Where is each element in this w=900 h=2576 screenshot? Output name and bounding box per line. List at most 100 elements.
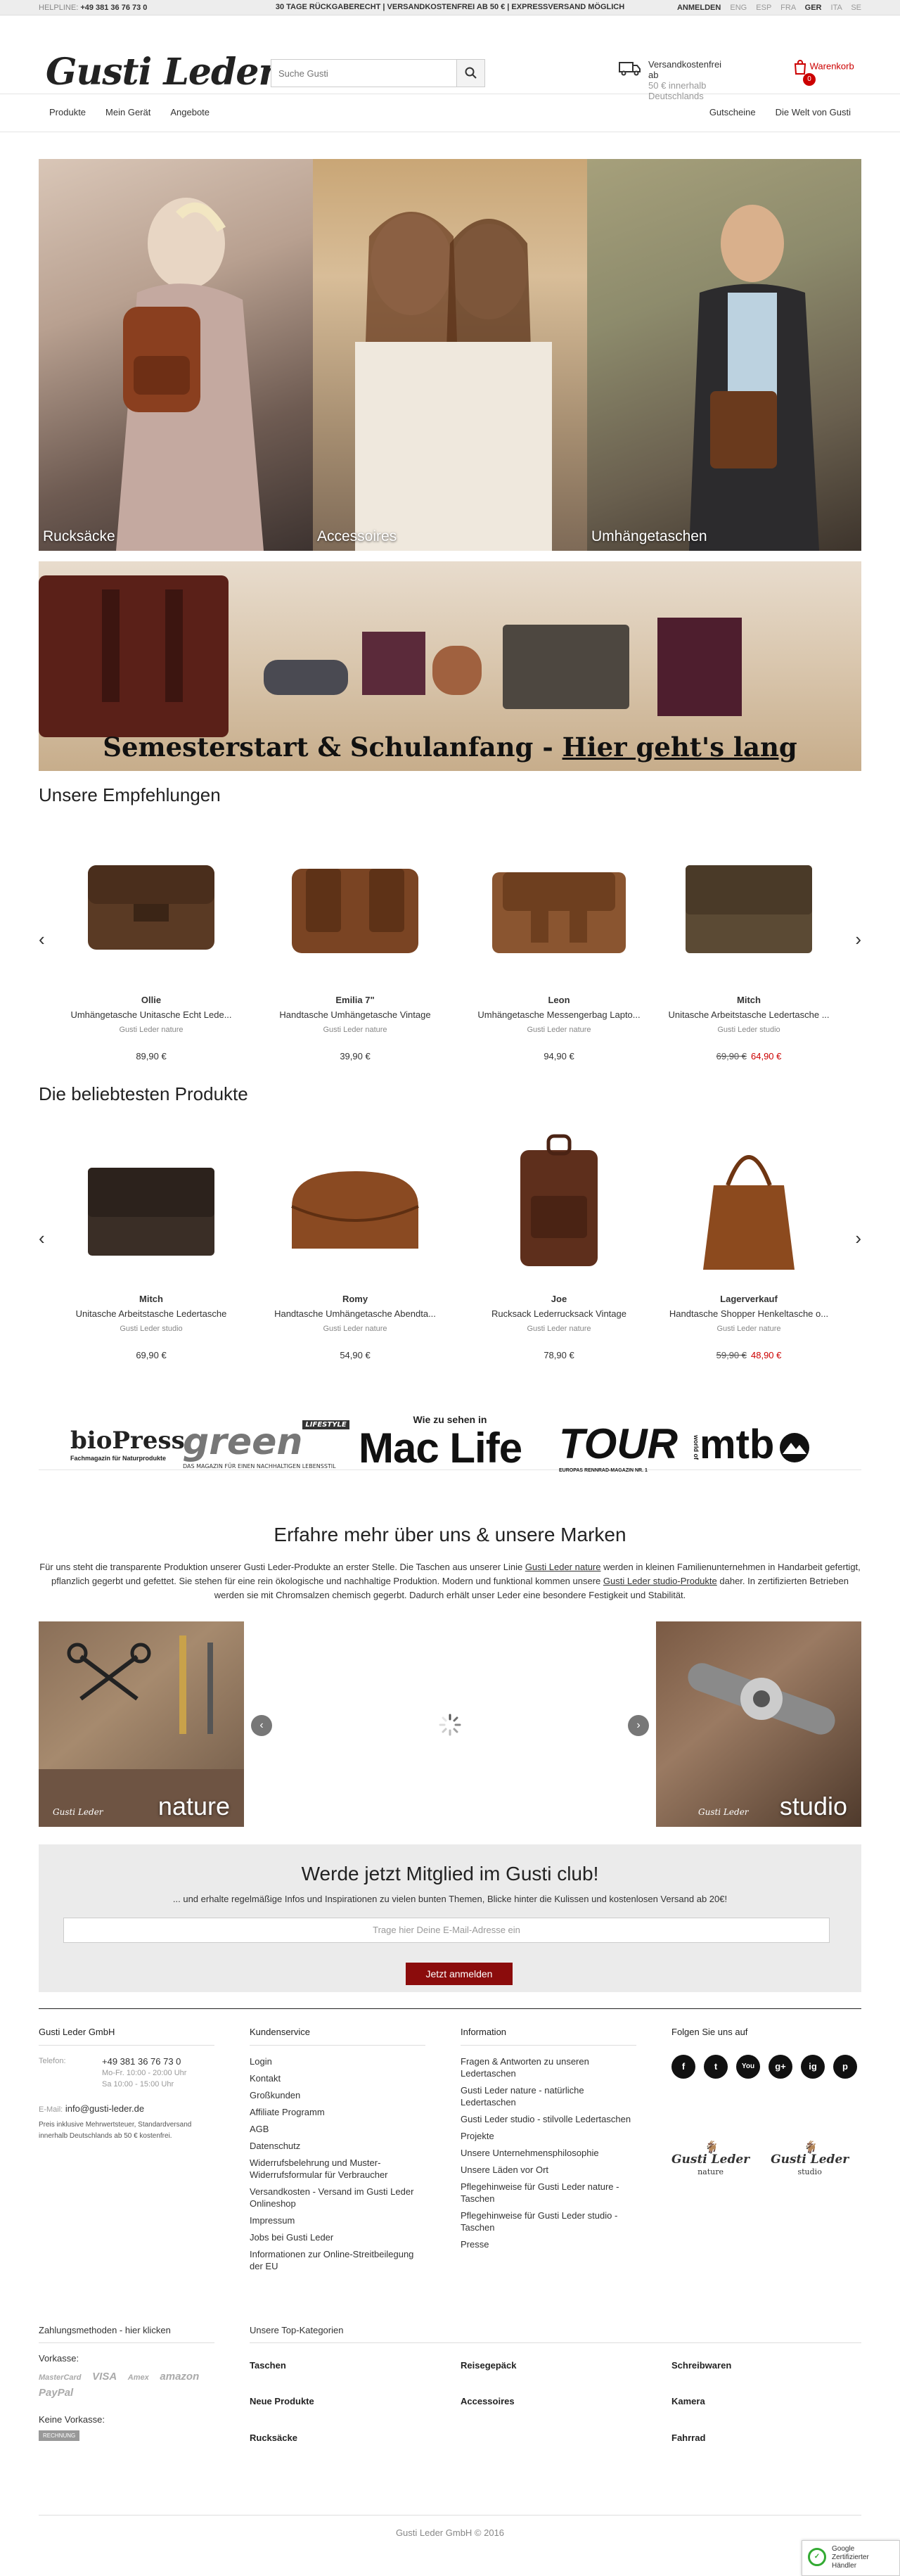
nav-angebote[interactable]: Angebote xyxy=(170,107,210,117)
product-image[interactable] xyxy=(468,823,650,985)
hero-rucksaecke[interactable]: Rucksäcke xyxy=(39,159,313,551)
product-card[interactable]: Leon Umhängetasche Messengerbag Lapto...… xyxy=(468,823,650,1061)
footer-contact: Gusti Leder GmbH Telefon: +49 381 36 76 7… xyxy=(39,2026,214,2142)
product-card[interactable]: Mitch Unitasche Arbeitstasche Ledertasch… xyxy=(60,1122,243,1360)
twitter-icon[interactable]: t xyxy=(704,2055,728,2079)
nav-gutscheine[interactable]: Gutscheine xyxy=(709,107,756,117)
footer-link[interactable]: Informationen zur Online-Streitbeilegung… xyxy=(250,2248,425,2272)
footer-link[interactable]: Kontakt xyxy=(250,2072,425,2084)
payment-title[interactable]: Zahlungsmethoden - hier klicken xyxy=(39,2325,214,2343)
nav-produkte[interactable]: Produkte xyxy=(49,107,86,117)
google-trusted-badge[interactable]: ✓ Google Zertifizierter Händler xyxy=(802,2540,900,2576)
search-input[interactable] xyxy=(271,60,456,87)
category-link[interactable]: Schreibwaren xyxy=(671,2360,731,2371)
footer-link[interactable]: Großkunden xyxy=(250,2089,425,2101)
footer-link[interactable]: Unsere Läden vor Ort xyxy=(461,2164,636,2176)
banner-link[interactable]: Hier geht's lang xyxy=(562,732,797,763)
product-card[interactable]: Romy Handtasche Umhängetasche Abendta...… xyxy=(264,1122,446,1360)
logo-maclife: Mac Life xyxy=(359,1424,522,1472)
hero-accessoires[interactable]: Accessoires xyxy=(313,159,587,551)
product-card[interactable]: Ollie Umhängetasche Unitasche Echt Lede.… xyxy=(60,823,243,1061)
newsletter-box: Werde jetzt Mitglied im Gusti club! ... … xyxy=(39,1844,861,1992)
gusti-studio-logo: Gusti Leder xyxy=(698,1807,749,1817)
instagram-icon[interactable]: ig xyxy=(801,2055,825,2079)
lang-eng[interactable]: ENG xyxy=(730,4,747,12)
footer-link[interactable]: Fragen & Antworten zu unseren Ledertasch… xyxy=(461,2055,636,2079)
footer-link[interactable]: Jobs bei Gusti Leder xyxy=(250,2231,425,2243)
footer-link[interactable]: AGB xyxy=(250,2123,425,2135)
logo-tour: TOUR EUROPAS RENNRAD-MAGAZIN NR. 1 xyxy=(559,1420,678,1473)
category-link[interactable]: Kamera xyxy=(671,2396,705,2406)
mountain-icon xyxy=(780,1432,810,1462)
category-link[interactable]: Accessoires xyxy=(461,2396,515,2406)
product-card[interactable]: Joe Rucksack Lederrucksack Vintage Gusti… xyxy=(468,1122,650,1360)
product-image[interactable] xyxy=(657,823,840,985)
product-card[interactable]: Emilia 7" Handtasche Umhängetasche Vinta… xyxy=(264,823,446,1061)
link-gusti-nature[interactable]: Gusti Leder nature xyxy=(525,1562,601,1572)
footer-link[interactable]: Gusti Leder studio - stilvolle Ledertasc… xyxy=(461,2113,636,2125)
search-button[interactable] xyxy=(456,60,484,87)
category-link[interactable]: Fahrrad xyxy=(671,2432,705,2443)
footer-link[interactable]: Affiliate Programm xyxy=(250,2106,425,2118)
link-gusti-studio[interactable]: Gusti Leder studio-Produkte xyxy=(603,1576,717,1586)
footer: Gusti Leder GmbH Telefon: +49 381 36 76 7… xyxy=(39,2008,861,2271)
footer-link[interactable]: Presse xyxy=(461,2238,636,2250)
product-image[interactable] xyxy=(264,1122,446,1284)
carousel-next-arrow[interactable]: › xyxy=(855,929,861,950)
product-image[interactable] xyxy=(264,823,446,985)
footer-link[interactable]: Widerrufsbelehrung und Muster-Widerrufsf… xyxy=(250,2157,425,2181)
footer-link[interactable]: Unsere Unternehmensphilosophie xyxy=(461,2147,636,2159)
carousel-prev-arrow[interactable]: ‹ xyxy=(39,1228,45,1249)
product-card[interactable]: Lagerverkauf Handtasche Shopper Henkelta… xyxy=(657,1122,840,1360)
youtube-icon[interactable]: You xyxy=(736,2055,760,2079)
cart-button[interactable]: Warenkorb 0 xyxy=(793,59,854,86)
product-image[interactable] xyxy=(657,1122,840,1284)
footer-link[interactable]: Gusti Leder nature - natürliche Ledertas… xyxy=(461,2084,636,2108)
footer-social: Folgen Sie uns auf f t You g+ ig p 🐐 Gust… xyxy=(671,2026,861,2178)
footer-link[interactable]: Datenschutz xyxy=(250,2140,425,2152)
footer-link[interactable]: Versandkosten - Versand im Gusti Leder O… xyxy=(250,2186,425,2210)
footer-link[interactable]: Pflegehinweise für Gusti Leder studio - … xyxy=(461,2210,636,2233)
newsletter-email-input[interactable]: Trage hier Deine E-Mail-Adresse ein xyxy=(63,1918,830,1943)
checkmark-icon: ✓ xyxy=(808,2548,826,2566)
product-image[interactable] xyxy=(60,823,243,985)
newsletter-submit-button[interactable]: Jetzt anmelden xyxy=(406,1963,513,1985)
category-link[interactable]: Taschen xyxy=(250,2360,286,2371)
popular-title: Die beliebtesten Produkte xyxy=(39,1083,248,1104)
lang-ger[interactable]: GER xyxy=(805,4,822,12)
carousel-prev-arrow[interactable]: ‹ xyxy=(39,929,45,950)
hero-umhaengetaschen[interactable]: Umhängetaschen xyxy=(587,159,861,551)
carousel-next-arrow[interactable]: › xyxy=(855,1228,861,1249)
product-image[interactable] xyxy=(468,1122,650,1284)
footer-phone[interactable]: +49 381 36 76 73 0 xyxy=(102,2055,186,2067)
product-image[interactable] xyxy=(60,1122,243,1284)
footer-email[interactable]: info@gusti-leder.de xyxy=(65,2103,144,2114)
pinterest-icon[interactable]: p xyxy=(833,2055,857,2079)
footer-link[interactable]: Impressum xyxy=(250,2214,425,2226)
copyright: Gusti Leder GmbH © 2016 xyxy=(395,2527,505,2538)
lang-ita[interactable]: ITA xyxy=(831,4,842,12)
category-link[interactable]: Rucksäcke xyxy=(250,2432,297,2443)
newsletter-title: Werde jetzt Mitglied im Gusti club! xyxy=(301,1863,599,1885)
brand-studio-tile[interactable]: Gusti Leder studio xyxy=(656,1621,861,1827)
facebook-icon[interactable]: f xyxy=(671,2055,695,2079)
brand-nature-tile[interactable]: Gusti Leder nature xyxy=(39,1621,244,1827)
google-plus-icon[interactable]: g+ xyxy=(769,2055,792,2079)
lang-esp[interactable]: ESP xyxy=(756,4,771,12)
carousel-prev-button[interactable]: ‹ xyxy=(251,1715,272,1736)
product-card[interactable]: Mitch Unitasche Arbeitstasche Ledertasch… xyxy=(657,823,840,1061)
footer-link[interactable]: Login xyxy=(250,2055,425,2067)
carousel-next-button[interactable]: › xyxy=(628,1715,649,1736)
promo-banner[interactable]: Semesterstart & Schulanfang - Hier geht'… xyxy=(39,561,861,771)
top-categories-title: Unsere Top-Kategorien xyxy=(250,2325,861,2343)
login-link[interactable]: ANMELDEN xyxy=(677,4,721,12)
lang-se[interactable]: SE xyxy=(851,4,861,12)
nav-mein-geraet[interactable]: Mein Gerät xyxy=(105,107,150,117)
site-logo[interactable]: Gusti Leder xyxy=(46,51,278,94)
category-link[interactable]: Neue Produkte xyxy=(250,2396,314,2406)
nav-welt-von-gusti[interactable]: Die Welt von Gusti xyxy=(776,107,851,117)
footer-link[interactable]: Projekte xyxy=(461,2130,636,2142)
lang-fra[interactable]: FRA xyxy=(780,4,795,12)
footer-link[interactable]: Pflegehinweise für Gusti Leder nature - … xyxy=(461,2181,636,2205)
category-link[interactable]: Reisegepäck xyxy=(461,2360,517,2371)
